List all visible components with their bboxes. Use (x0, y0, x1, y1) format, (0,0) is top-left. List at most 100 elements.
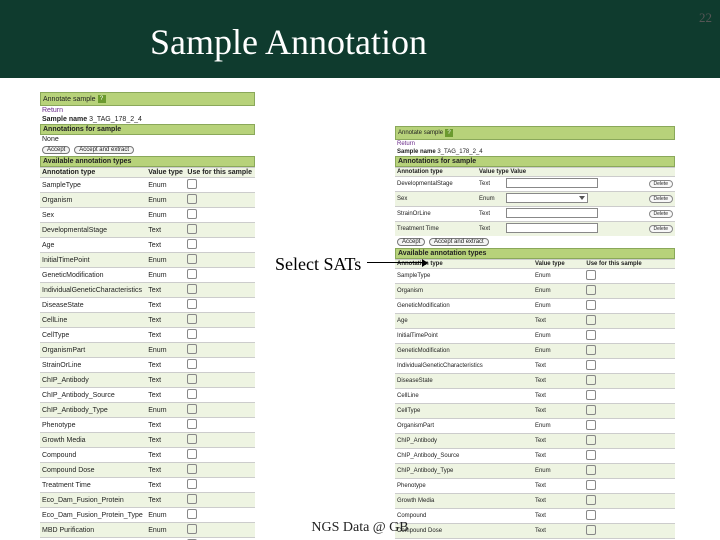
value-input[interactable] (506, 208, 598, 218)
table-row: ChIP_Antibody_SourceText (40, 388, 255, 403)
use-checkbox[interactable] (187, 389, 197, 399)
table-row: OrganismPartEnum (40, 343, 255, 358)
use-checkbox[interactable] (187, 329, 197, 339)
table-row: DiseaseStateText (395, 374, 675, 389)
value-type-cell: Enum (533, 299, 584, 314)
use-checkbox[interactable] (187, 254, 197, 264)
delete-button[interactable]: Delete (649, 195, 673, 203)
return-link[interactable]: Return (40, 106, 255, 115)
use-checkbox[interactable] (586, 420, 596, 430)
table-row: ChIP_Antibody_SourceText (395, 449, 675, 464)
table-row: ChIP_Antibody_TypeEnum (40, 403, 255, 418)
annotation-type-cell: Phenotype (395, 479, 533, 494)
help-icon[interactable]: ? (98, 95, 106, 103)
use-checkbox[interactable] (187, 359, 197, 369)
value-type-cell: Text (146, 373, 185, 388)
use-checkbox[interactable] (586, 480, 596, 490)
use-checkbox[interactable] (586, 375, 596, 385)
use-checkbox[interactable] (187, 224, 197, 234)
value-type-cell: Text (533, 359, 584, 374)
use-checkbox[interactable] (187, 404, 197, 414)
value-type-cell: Text (146, 283, 185, 298)
use-checkbox[interactable] (187, 494, 197, 504)
use-checkbox[interactable] (586, 270, 596, 280)
annotation-type-cell: DiseaseState (395, 374, 533, 389)
value-type-cell: Enum (146, 253, 185, 268)
annotation-type-cell: InitialTimePoint (40, 253, 146, 268)
use-checkbox[interactable] (586, 360, 596, 370)
value-type-cell: Enum (533, 464, 584, 479)
use-checkbox[interactable] (586, 465, 596, 475)
use-checkbox[interactable] (187, 449, 197, 459)
use-checkbox[interactable] (586, 450, 596, 460)
annotation-type-cell: Compound (40, 448, 146, 463)
use-checkbox[interactable] (187, 314, 197, 324)
arrow-icon (367, 262, 427, 263)
help-icon[interactable]: ? (445, 129, 453, 137)
use-checkbox[interactable] (586, 345, 596, 355)
use-checkbox[interactable] (187, 209, 197, 219)
use-checkbox[interactable] (586, 300, 596, 310)
table-row: CompoundText (40, 448, 255, 463)
use-checkbox[interactable] (187, 434, 197, 444)
use-checkbox[interactable] (586, 405, 596, 415)
use-checkbox[interactable] (586, 390, 596, 400)
annotation-type-cell: CellType (40, 328, 146, 343)
annotation-type-cell: OrganismPart (395, 419, 533, 434)
accept-button[interactable]: Accept (42, 146, 70, 154)
use-checkbox[interactable] (187, 509, 197, 519)
return-link[interactable]: Return (395, 140, 675, 148)
footer-text: NGS Data @ GB (0, 520, 720, 536)
table-row: CellTypeText (40, 328, 255, 343)
use-checkbox[interactable] (187, 479, 197, 489)
use-checkbox[interactable] (187, 269, 197, 279)
accept-extract-button[interactable]: Accept and extract (74, 146, 134, 154)
value-input[interactable] (506, 178, 598, 188)
value-type-cell: Text (533, 449, 584, 464)
annotation-type-cell: GeneticModification (40, 268, 146, 283)
selected-annotations-table: Annotation type Value type Value Develop… (395, 167, 675, 236)
use-checkbox[interactable] (586, 315, 596, 325)
annotation-type-cell: ChIP_Antibody_Type (40, 403, 146, 418)
value-type-cell: Enum (533, 419, 584, 434)
table-row: SampleTypeEnum (40, 178, 255, 193)
use-checkbox[interactable] (187, 194, 197, 204)
use-checkbox[interactable] (187, 464, 197, 474)
delete-button[interactable]: Delete (649, 180, 673, 188)
use-checkbox[interactable] (187, 284, 197, 294)
use-checkbox[interactable] (586, 495, 596, 505)
table-row: SexEnum (40, 208, 255, 223)
annotation-type-cell: IndividualGeneticCharacteristics (395, 359, 533, 374)
use-checkbox[interactable] (187, 419, 197, 429)
accept-button[interactable]: Accept (397, 238, 425, 246)
use-checkbox[interactable] (586, 435, 596, 445)
value-input[interactable] (506, 223, 598, 233)
use-checkbox[interactable] (187, 374, 197, 384)
table-row: DiseaseStateText (40, 298, 255, 313)
use-checkbox[interactable] (187, 344, 197, 354)
delete-button[interactable]: Delete (649, 225, 673, 233)
value-type-cell: Text (146, 433, 185, 448)
delete-button[interactable]: Delete (649, 210, 673, 218)
value-select[interactable] (506, 193, 588, 203)
selected-row: StrainOrLineTextDelete (395, 207, 675, 222)
value-type-cell: Text (146, 493, 185, 508)
use-checkbox[interactable] (586, 330, 596, 340)
annotation-type-cell: ChIP_Antibody (40, 373, 146, 388)
value-type-cell: Enum (533, 329, 584, 344)
use-checkbox[interactable] (187, 179, 197, 189)
value-type-cell: Enum (146, 193, 185, 208)
table-row: InitialTimePointEnum (40, 253, 255, 268)
table-row: GeneticModificationEnum (395, 299, 675, 314)
accept-extract-button[interactable]: Accept and extract (429, 238, 489, 246)
use-checkbox[interactable] (187, 239, 197, 249)
annotation-type-cell: ChIP_Antibody_Source (395, 449, 533, 464)
use-checkbox[interactable] (586, 510, 596, 520)
use-checkbox[interactable] (187, 299, 197, 309)
selected-row: SexEnumDelete (395, 192, 675, 207)
value-type-cell: Text (146, 448, 185, 463)
table-row: CellLineText (395, 389, 675, 404)
annotation-type-cell: Eco_Dam_Fusion_Protein (40, 493, 146, 508)
annotations-for-sample-header: Annotations for sample (395, 156, 675, 167)
use-checkbox[interactable] (586, 285, 596, 295)
